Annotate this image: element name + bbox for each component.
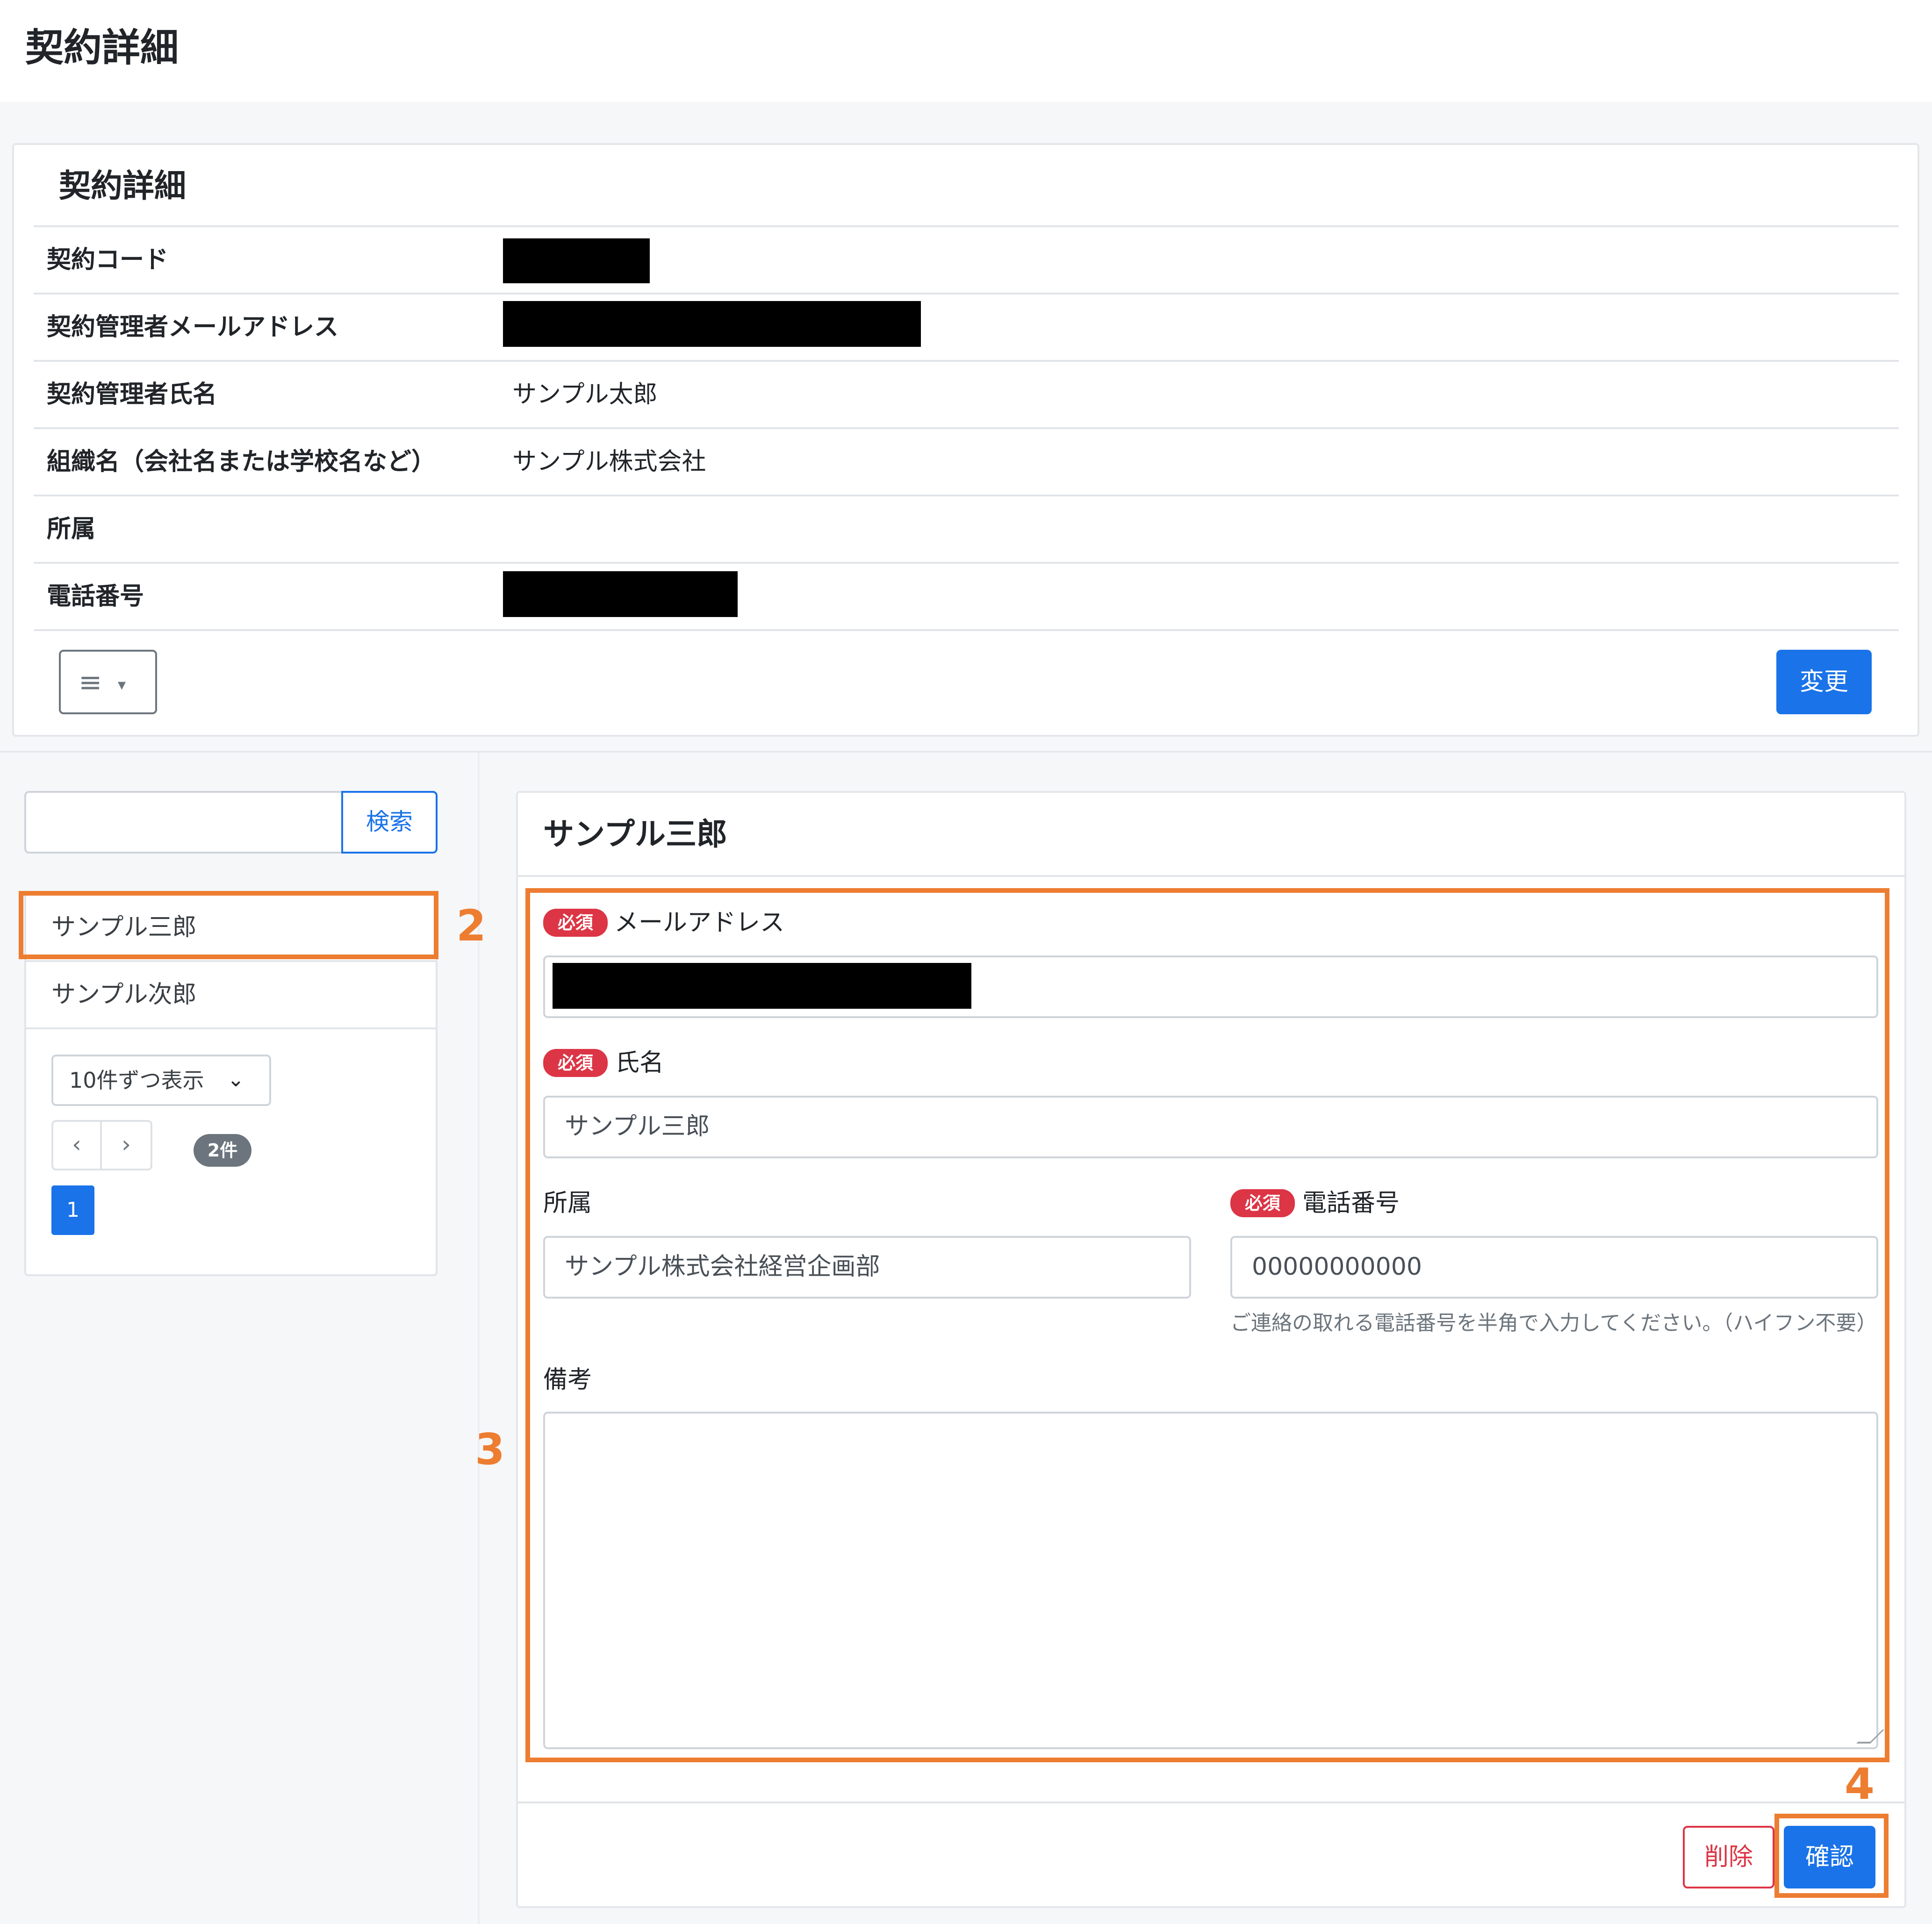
search-input[interactable] xyxy=(24,791,344,854)
row-value-organization: サンプル株式会社 xyxy=(512,448,706,476)
annotation-box-step4 xyxy=(1774,1814,1889,1898)
divider xyxy=(34,629,1899,631)
divider xyxy=(34,225,1899,227)
redacted-contract-code xyxy=(503,238,650,283)
search-button[interactable]: 検索 xyxy=(341,791,438,854)
contract-card-title: 契約詳細 xyxy=(59,168,187,205)
divider xyxy=(518,1802,1904,1803)
page-header xyxy=(0,0,1932,102)
chevron-down-icon: ⌄ xyxy=(227,1068,244,1091)
divider xyxy=(34,427,1899,429)
annotation-number-step2: 2 xyxy=(456,901,487,951)
annotation-box-step2 xyxy=(19,891,438,959)
row-label-contract-code: 契約コード xyxy=(47,246,169,274)
annotation-number-step4: 4 xyxy=(1845,1759,1875,1809)
prev-page-button[interactable]: ‹ xyxy=(51,1120,102,1170)
contract-detail-card xyxy=(12,143,1919,737)
page-1-button[interactable]: 1 xyxy=(51,1185,94,1235)
count-badge: 2件 xyxy=(194,1134,251,1167)
row-label-department: 所属 xyxy=(47,515,96,543)
divider xyxy=(34,360,1899,362)
caret-down-icon: ▾ xyxy=(118,675,126,694)
hamburger-icon: ≡ xyxy=(79,666,102,699)
divider xyxy=(518,875,1904,877)
next-page-button[interactable]: › xyxy=(102,1120,152,1170)
change-button[interactable]: 変更 xyxy=(1776,650,1872,714)
divider xyxy=(34,293,1899,294)
member-card-title: サンプル三郎 xyxy=(543,816,728,852)
divider xyxy=(34,562,1899,564)
divider xyxy=(26,1027,436,1029)
row-label-admin-name: 契約管理者氏名 xyxy=(47,380,217,409)
row-value-admin-name: サンプル太郎 xyxy=(512,380,658,409)
redacted-phone xyxy=(503,571,738,617)
annotation-number-step3: 3 xyxy=(475,1424,505,1474)
delete-button[interactable]: 削除 xyxy=(1683,1826,1774,1888)
row-label-phone: 電話番号 xyxy=(47,582,144,610)
menu-dropdown-button[interactable] xyxy=(59,650,157,714)
redacted-admin-email xyxy=(503,301,921,347)
row-label-admin-email: 契約管理者メールアドレス xyxy=(47,313,339,341)
list-item[interactable]: サンプル次郎 xyxy=(26,962,436,1027)
annotation-box-step3 xyxy=(525,888,1889,1762)
row-label-organization: 組織名（会社名または学校名など） xyxy=(47,448,436,476)
page-title: 契約詳細 xyxy=(25,26,179,70)
divider xyxy=(34,495,1899,496)
